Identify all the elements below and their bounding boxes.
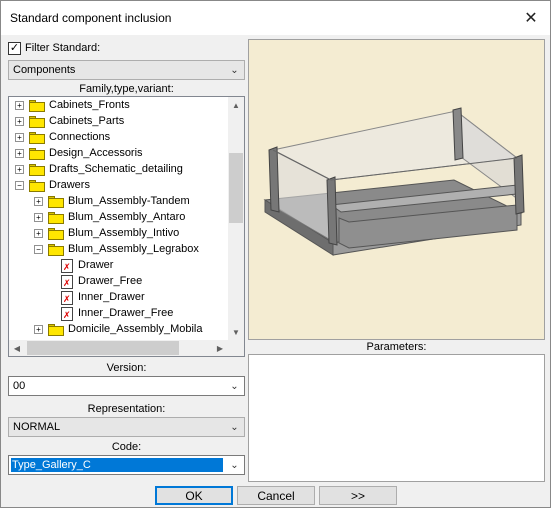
folder-icon xyxy=(29,132,45,144)
tree-folder-item[interactable]: − Blum_Assembly_Legrabox xyxy=(9,242,227,258)
component-preview xyxy=(248,39,545,340)
filter-row: ✓ Filter Standard: xyxy=(8,41,100,55)
expand-icon[interactable]: + xyxy=(15,117,24,126)
next-button[interactable]: >> xyxy=(319,486,397,505)
filter-label: Filter Standard: xyxy=(25,42,101,54)
window-title: Standard component inclusion xyxy=(10,11,172,25)
family-type-variant-tree[interactable]: + Cabinets_Fronts + Cabinets_Parts + Connecti… xyxy=(8,96,245,357)
tree-leaf-item[interactable]: ✗ Drawer xyxy=(9,258,227,274)
scroll-up-arrow-icon[interactable]: ▲ xyxy=(228,97,244,113)
code-caption: Code: xyxy=(111,441,142,453)
chevron-down-icon: ⌄ xyxy=(230,64,239,76)
tree-folder-item[interactable]: + Cabinets_Parts xyxy=(9,114,227,130)
tree-item-label: Domicile_Assembly_Mobila xyxy=(68,323,203,335)
parameters-caption: Parameters: xyxy=(366,341,427,353)
chevron-down-icon: ⌄ xyxy=(230,459,239,471)
tree-item-label: Inner_Drawer_Free xyxy=(78,307,174,319)
expand-icon[interactable]: + xyxy=(15,101,24,110)
parameters-panel[interactable] xyxy=(248,354,545,482)
tree-item-label: Drawer_Free xyxy=(78,275,143,287)
tree-item-label: Inner_Drawer xyxy=(78,291,145,303)
version-select-value: 00 xyxy=(13,380,26,392)
tree-item-label: Drawers xyxy=(49,179,90,191)
representation-caption: Representation: xyxy=(87,403,166,415)
folder-icon xyxy=(48,228,64,240)
tree-leaf-item[interactable]: ✗ Inner_Drawer_Free xyxy=(9,306,227,322)
collapse-icon[interactable]: − xyxy=(15,181,24,190)
folder-icon xyxy=(48,244,64,256)
tree-folder-item[interactable]: + Design_Accessoris xyxy=(9,146,227,162)
folder-icon xyxy=(29,164,45,176)
standard-component-dialog: Standard component inclusion ✕ ✓ Filter … xyxy=(0,0,551,508)
tree-item-label: Blum_Assembly_Intivo xyxy=(68,227,180,239)
folder-icon xyxy=(29,148,45,160)
title-bar: Standard component inclusion ✕ xyxy=(1,1,550,35)
scroll-down-arrow-icon[interactable]: ▼ xyxy=(228,324,244,340)
expand-icon[interactable]: + xyxy=(34,229,43,238)
folder-icon xyxy=(29,180,45,192)
tree-item-label: Connections xyxy=(49,131,111,143)
ok-button[interactable]: OK xyxy=(155,486,233,505)
tree-item-label: Drafts_Schematic_detailing xyxy=(49,163,183,175)
tree-folder-item[interactable]: + Blum_Assembly_Antaro xyxy=(9,210,227,226)
chevron-down-icon: ⌄ xyxy=(230,421,239,433)
tree-item-label: Blum_Assembly_Antaro xyxy=(68,211,186,223)
drawer-3d-preview xyxy=(263,107,525,256)
tree-horizontal-scrollbar[interactable]: ◀ ▶ xyxy=(9,340,244,356)
scroll-thumb-horizontal[interactable] xyxy=(27,341,179,355)
tree-item-label: Cabinets_Fronts xyxy=(49,99,130,111)
filter-checkbox[interactable]: ✓ xyxy=(8,41,21,55)
standard-select[interactable]: Components ⌄ xyxy=(8,60,245,80)
component-file-icon: ✗ xyxy=(61,291,73,305)
expand-icon[interactable]: + xyxy=(34,197,43,206)
collapse-icon[interactable]: − xyxy=(34,245,43,254)
tree-folder-item[interactable]: − Drawers xyxy=(9,178,227,194)
scroll-thumb[interactable] xyxy=(229,153,243,223)
tree-folder-item[interactable]: + Blum_Assembly-Tandem xyxy=(9,194,227,210)
scroll-right-arrow-icon[interactable]: ▶ xyxy=(212,340,228,356)
expand-icon[interactable]: + xyxy=(34,325,43,334)
folder-icon xyxy=(48,196,64,208)
tree-folder-item[interactable]: + Domicile_Assembly_Mobila xyxy=(9,322,227,338)
tree-leaf-item[interactable]: ✗ Drawer_Free xyxy=(9,274,227,290)
folder-icon xyxy=(29,116,45,128)
component-file-icon: ✗ xyxy=(61,259,73,273)
code-select[interactable]: Type_Gallery_C ⌄ xyxy=(8,455,245,475)
expand-icon[interactable]: + xyxy=(15,165,24,174)
tree-leaf-item[interactable]: ✗ Inner_Drawer xyxy=(9,290,227,306)
representation-select-value: NORMAL xyxy=(13,421,61,433)
chevron-down-icon: ⌄ xyxy=(230,380,239,392)
tree-vertical-scrollbar[interactable]: ▲ ▼ xyxy=(228,97,244,340)
expand-icon[interactable]: + xyxy=(15,149,24,158)
code-select-value[interactable]: Type_Gallery_C xyxy=(11,458,223,472)
expand-icon[interactable]: + xyxy=(34,213,43,222)
close-icon[interactable]: ✕ xyxy=(518,5,544,31)
version-select[interactable]: 00 ⌄ xyxy=(8,376,245,396)
expand-icon[interactable]: + xyxy=(15,133,24,142)
scroll-left-arrow-icon[interactable]: ◀ xyxy=(9,340,25,356)
tree-item-label: Blum_Assembly_Legrabox xyxy=(68,243,199,255)
component-file-icon: ✗ xyxy=(61,275,73,289)
standard-select-value: Components xyxy=(13,64,76,76)
tree-folder-item[interactable]: + Cabinets_Fronts xyxy=(9,98,227,114)
representation-select[interactable]: NORMAL ⌄ xyxy=(8,417,245,437)
tree-folder-item[interactable]: + Drafts_Schematic_detailing xyxy=(9,162,227,178)
tree-item-label: Blum_Assembly-Tandem xyxy=(68,195,190,207)
tree-folder-item[interactable]: + Connections xyxy=(9,130,227,146)
tree-folder-item[interactable]: + Blum_Assembly_Intivo xyxy=(9,226,227,242)
folder-icon xyxy=(48,324,64,336)
tree-item-label: Drawer xyxy=(78,259,114,271)
tree-item-label: Design_Accessoris xyxy=(49,147,143,159)
cancel-button[interactable]: Cancel xyxy=(237,486,315,505)
tree-item-label: Cabinets_Parts xyxy=(49,115,125,127)
component-file-icon: ✗ xyxy=(61,307,73,321)
tree-caption: Family,type,variant: xyxy=(79,83,174,95)
version-caption: Version: xyxy=(106,362,147,374)
folder-icon xyxy=(48,212,64,224)
folder-icon xyxy=(29,100,45,112)
